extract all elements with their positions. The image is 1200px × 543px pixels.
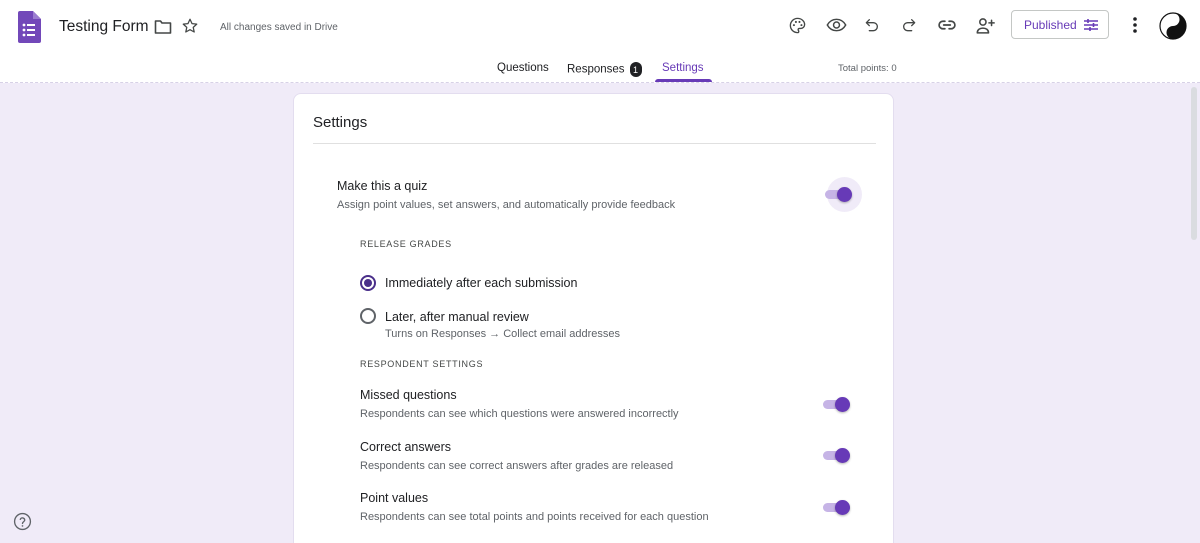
respondent-settings-heading: RESPONDENT SETTINGS [360, 359, 484, 369]
active-tab-indicator [655, 79, 712, 82]
tab-responses-label: Responses [567, 63, 625, 76]
top-header: Testing Form All changes saved in Drive … [0, 0, 1200, 55]
preview-eye-icon[interactable] [824, 14, 848, 36]
document-title[interactable]: Testing Form [59, 18, 149, 36]
redo-icon[interactable] [899, 14, 919, 36]
correct-answers-description: Respondents can see correct answers afte… [360, 460, 674, 472]
release-grades-heading: RELEASE GRADES [360, 239, 452, 249]
saved-status: All changes saved in Drive [220, 22, 338, 33]
tab-questions[interactable]: Questions [497, 62, 549, 74]
responses-count-badge: 1 [629, 62, 642, 77]
more-vert-icon[interactable] [1128, 14, 1142, 36]
correct-answers-title: Correct answers [360, 440, 451, 454]
point-values-toggle[interactable] [821, 497, 855, 517]
divider [313, 143, 876, 144]
point-values-description: Respondents can see total points and poi… [360, 511, 709, 523]
total-points: Total points: 0 [838, 63, 897, 74]
radio-later-manual-review[interactable] [360, 308, 376, 324]
folder-icon[interactable] [153, 17, 173, 37]
palette-icon[interactable] [786, 14, 808, 36]
missed-questions-toggle[interactable] [821, 394, 855, 414]
radio-later-label[interactable]: Later, after manual review [385, 310, 529, 324]
toggle-thumb [835, 397, 850, 412]
published-button[interactable]: Published [1011, 10, 1109, 39]
tab-bar: Questions Responses 1 Settings Total poin… [0, 55, 1200, 83]
forms-logo-icon[interactable] [18, 11, 41, 43]
published-label: Published [1024, 17, 1077, 32]
avatar[interactable] [1158, 11, 1188, 41]
quiz-toggle[interactable] [823, 177, 862, 212]
undo-icon[interactable] [862, 14, 882, 36]
tab-responses[interactable]: Responses 1 [567, 62, 642, 77]
help-icon[interactable] [13, 512, 32, 531]
settings-card-title: Settings [313, 114, 368, 131]
missed-questions-description: Respondents can see which questions were… [360, 408, 679, 420]
tune-icon [1083, 18, 1098, 31]
yin-yang-avatar-icon [1159, 12, 1187, 40]
correct-answers-toggle[interactable] [821, 445, 855, 465]
missed-questions-title: Missed questions [360, 388, 457, 402]
add-collaborator-icon[interactable] [973, 13, 997, 37]
point-values-title: Point values [360, 491, 429, 505]
radio-immediately-label[interactable]: Immediately after each submission [385, 276, 577, 290]
radio-later-sublabel: Turns on Responses → Collect email addre… [385, 328, 620, 340]
quiz-setting-description: Assign point values, set answers, and au… [337, 199, 676, 211]
tab-settings[interactable]: Settings [662, 62, 704, 74]
page-scrollbar[interactable] [1191, 87, 1197, 240]
radio-immediately[interactable] [360, 275, 376, 291]
toggle-thumb [835, 500, 850, 515]
settings-card: Settings Make this a quiz Assign point v… [293, 93, 894, 543]
quiz-setting-title: Make this a quiz [337, 179, 428, 193]
star-icon[interactable] [180, 16, 200, 36]
toggle-thumb [837, 187, 852, 202]
toggle-thumb [835, 448, 850, 463]
link-icon[interactable] [935, 14, 959, 36]
